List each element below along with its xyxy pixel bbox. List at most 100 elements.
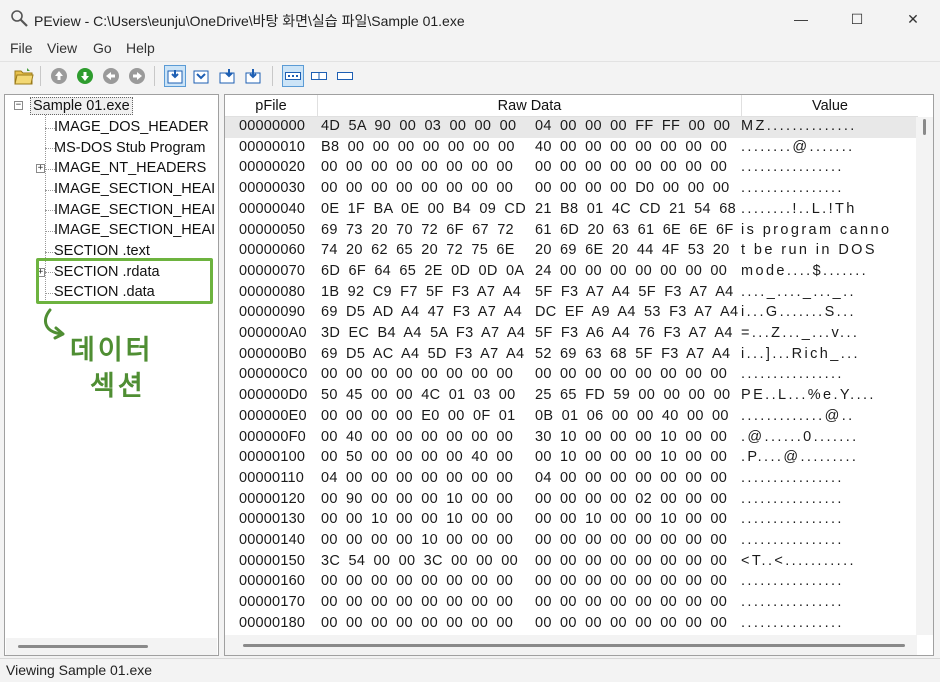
raw-data-cell: 00 00 00 00 00 00 00 00 [535,532,728,548]
tree-item-nt-headers[interactable]: IMAGE_NT_HEADERS [54,158,206,178]
open-file-button[interactable] [13,65,35,87]
view-4-icon [245,69,261,84]
value-cell: MZ.............. [741,118,857,134]
tree-item-dos-stub[interactable]: MS-DOS Stub Program [54,138,206,158]
close-button[interactable]: ✕ [890,0,936,38]
table-row[interactable]: 00000100 00 50 00 00 00 00 40 00 00 10 00 … [225,448,917,469]
table-row[interactable]: 000000F0 00 40 00 00 00 00 00 00 30 10 00 … [225,428,917,449]
table-row[interactable]: 00000030 00 00 00 00 00 00 00 00 00 00 00 … [225,179,917,200]
view-1-button[interactable] [164,65,186,87]
raw-data-cell: 40 00 00 00 00 00 00 00 [535,138,728,155]
table-row[interactable]: 00000070 6D 6F 64 65 2E 0D 0D 0A 24 00 00 … [225,262,917,283]
table-row[interactable]: 00000000 4D 5A 90 00 03 00 00 00 04 00 00 … [225,117,917,138]
table-row[interactable]: 00000130 00 00 10 00 00 10 00 00 00 00 10 … [225,510,917,531]
menu-bar: File View Go Help [0,38,940,59]
vertical-scrollbar[interactable] [916,117,933,635]
menu-view[interactable]: View [47,40,77,56]
value-cell: .@......0....... [741,428,859,445]
tree-item-section-header-text[interactable]: IMAGE_SECTION_HEAI [54,179,215,199]
menu-file[interactable]: File [10,40,33,56]
offset-cell: 00000150 [239,552,306,569]
view-3-button[interactable] [216,65,238,87]
offset-cell: 00000070 [239,262,306,279]
maximize-button[interactable]: ☐ [834,0,880,38]
table-row[interactable]: 00000140 00 00 00 00 10 00 00 00 00 00 00 … [225,531,917,552]
collapse-toggle[interactable]: − [14,101,23,110]
raw-data-cell: 00 10 00 00 00 10 00 00 [535,449,728,466]
raw-data-cell: 30 10 00 00 00 10 00 00 [535,428,728,445]
offset-cell: 00000130 [239,511,306,528]
tree-root[interactable]: Sample 01.exe [30,96,133,116]
tree-item-dos-header[interactable]: IMAGE_DOS_HEADER [54,117,209,137]
down-icon [77,68,93,84]
up-button[interactable] [48,65,70,87]
offset-cell: 000000C0 [239,366,308,383]
offset-cell: 00000090 [239,304,306,321]
table-row[interactable]: 00000150 3C 54 00 00 3C 00 00 00 00 00 00 … [225,552,917,573]
table-row[interactable]: 00000080 1B 92 C9 F7 5F F3 A7 A4 5F F3 A7 … [225,283,917,304]
column-header-raw-data[interactable]: Raw Data [318,95,742,117]
offset-cell: 000000F0 [239,428,306,445]
horizontal-scrollbar[interactable] [225,635,917,655]
tree-item-section-header-rdata[interactable]: IMAGE_SECTION_HEAI [54,200,215,220]
table-row[interactable]: 000000B0 69 D5 AC A4 5D F3 A7 A4 52 69 63 … [225,345,917,366]
table-row[interactable]: 000000D0 50 45 00 00 4C 01 03 00 25 65 FD … [225,386,917,407]
byte-view-button[interactable] [282,65,304,87]
table-row[interactable]: 00000110 04 00 00 00 00 00 00 00 04 00 00 … [225,469,917,490]
scroll-thumb[interactable] [243,644,905,647]
view-2-button[interactable] [190,65,212,87]
word-view-button[interactable] [308,65,330,87]
raw-data-cell: 20 69 6E 20 44 4F 53 20 [535,242,730,259]
raw-data-cell: 4D 5A 90 00 03 00 00 00 [321,118,517,134]
value-cell: ................ [741,511,844,528]
forward-button[interactable] [126,65,148,87]
column-header-value[interactable]: Value [742,95,918,117]
table-row[interactable]: 000000E0 00 00 00 00 E0 00 0F 01 0B 01 06 … [225,407,917,428]
scroll-thumb[interactable] [923,119,926,135]
table-row[interactable]: 00000120 00 90 00 00 00 10 00 00 00 00 00 … [225,490,917,511]
value-cell: <T..<........... [741,552,856,569]
offset-cell: 000000D0 [239,387,308,404]
expand-toggle[interactable]: + [36,164,45,173]
value-cell: ................ [741,573,844,590]
table-row[interactable]: 00000160 00 00 00 00 00 00 00 00 00 00 00 … [225,572,917,593]
view-1-icon [167,70,183,84]
value-cell: =...Z..._...v... [741,325,860,341]
raw-data-cell: 24 00 00 00 00 00 00 00 [535,262,728,279]
window-title: PEview - C:\Users\eunju\OneDrive\바탕 화면\실… [34,13,465,29]
table-row[interactable]: 00000180 00 00 00 00 00 00 00 00 00 00 00 … [225,614,917,635]
minimize-button[interactable]: — [778,0,824,38]
table-row[interactable]: 00000040 0E 1F BA 0E 00 B4 09 CD 21 B8 01 … [225,200,917,221]
table-row[interactable]: 00000050 69 73 20 70 72 6F 67 72 61 6D 20 … [225,221,917,242]
value-cell: ........!..L.!Th [741,200,857,217]
table-row[interactable]: 000000C0 00 00 00 00 00 00 00 00 00 00 00 … [225,365,917,386]
offset-cell: 00000180 [239,614,306,631]
app-magnifier-icon [11,10,28,27]
down-button[interactable] [74,65,96,87]
title-bar: PEview - C:\Users\eunju\OneDrive\바탕 화면\실… [0,0,940,38]
table-row[interactable]: 00000170 00 00 00 00 00 00 00 00 00 00 00 … [225,593,917,614]
column-header-pfile[interactable]: pFile [225,95,318,117]
value-cell: i...]...Rich_... [741,345,860,362]
dword-view-button[interactable] [334,65,356,87]
raw-data-cell: 6D 6F 64 65 2E 0D 0D 0A [321,262,525,279]
raw-data-cell: 00 00 00 00 00 00 00 00 [535,159,728,176]
table-row[interactable]: 000000A0 3D EC B4 A4 5A F3 A7 A4 5F F3 A6 … [225,324,917,345]
tree-item-section-header-data[interactable]: IMAGE_SECTION_HEAI [54,220,215,240]
table-row[interactable]: 00000060 74 20 62 65 20 72 75 6E 20 69 6E … [225,241,917,262]
tree-horizontal-scrollbar[interactable] [6,638,217,655]
scroll-thumb[interactable] [18,645,148,648]
raw-data-cell: 00 00 10 00 00 10 00 00 [321,511,514,528]
menu-help[interactable]: Help [126,40,155,56]
menu-go[interactable]: Go [93,40,112,56]
back-button[interactable] [100,65,122,87]
table-row[interactable]: 00000010 B8 00 00 00 00 00 00 00 40 00 00 … [225,138,917,159]
value-cell: ................ [741,366,844,383]
raw-data-cell: 00 90 00 00 00 10 00 00 [321,490,514,507]
value-cell: i...G.......S... [741,304,856,321]
table-row[interactable]: 00000020 00 00 00 00 00 00 00 00 00 00 00 … [225,158,917,179]
view-4-button[interactable] [242,65,264,87]
table-row[interactable]: 00000090 69 D5 AD A4 47 F3 A7 A4 DC EF A9 … [225,303,917,324]
hex-view[interactable]: pFile Raw Data Value 00000000 4D 5A 90 00… [224,94,934,656]
raw-data-cell: 69 73 20 70 72 6F 67 72 [321,221,514,238]
